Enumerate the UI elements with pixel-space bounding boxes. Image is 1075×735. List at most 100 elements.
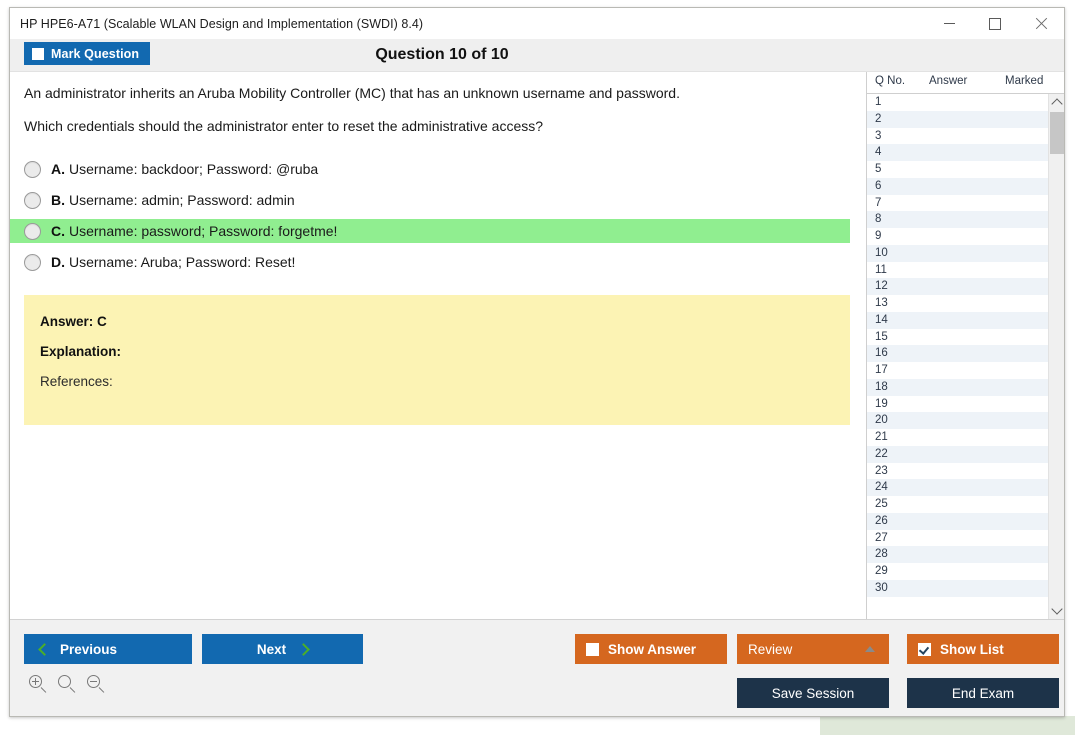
show-answer-checkbox-icon[interactable] — [586, 642, 599, 656]
question-list-pane: Q No. Answer Marked 1 2 3 4 5 6 7 8 9 10 11 12 13 14 1… — [866, 72, 1064, 619]
option-row-a[interactable]: A. Username: backdoor; Password: @ruba — [10, 157, 850, 181]
next-button[interactable]: Next — [202, 634, 363, 664]
answer-options-list: A. Username: backdoor; Password: @ruba B… — [10, 157, 850, 274]
option-letter-d: D. — [51, 254, 65, 270]
end-exam-button[interactable]: End Exam — [907, 678, 1059, 708]
previous-button[interactable]: Previous — [24, 634, 192, 664]
review-label: Review — [748, 641, 793, 657]
question-list-row[interactable]: 17 — [867, 362, 1048, 379]
question-counter: Question 10 of 10 — [375, 46, 509, 63]
question-list-row[interactable]: 21 — [867, 429, 1048, 446]
question-list-row[interactable]: 27 — [867, 529, 1048, 547]
question-list-row[interactable]: 30 — [867, 579, 1048, 597]
question-list-row[interactable]: 7 — [867, 194, 1048, 212]
radio-button-d[interactable] — [24, 253, 41, 271]
option-text-a: Username: backdoor; Password: @ruba — [69, 161, 319, 177]
zoom-controls — [28, 674, 108, 696]
question-list-row[interactable]: 18 — [867, 378, 1048, 396]
zoom-in-icon[interactable] — [28, 674, 50, 696]
scroll-down-icon[interactable] — [1049, 602, 1064, 619]
question-list-row[interactable]: 6 — [867, 177, 1048, 195]
option-letter-a: A. — [51, 161, 65, 177]
option-row-b[interactable]: B. Username: admin; Password: admin — [10, 188, 850, 212]
question-list-row[interactable]: 9 — [867, 228, 1048, 245]
zoom-reset-icon[interactable] — [57, 674, 79, 696]
mark-question-checkbox-icon[interactable] — [32, 47, 44, 60]
desktop-backdrop: HP HPE6-A71 (Scalable WLAN Design and Im… — [0, 0, 1075, 735]
question-list-row[interactable]: 20 — [867, 412, 1048, 429]
column-header-marked: Marked — [1005, 75, 1044, 87]
window-titlebar: HP HPE6-A71 (Scalable WLAN Design and Im… — [10, 8, 1064, 39]
minimize-icon[interactable] — [926, 8, 972, 39]
option-letter-b: B. — [51, 192, 65, 208]
mark-question-button[interactable]: Mark Question — [24, 42, 151, 65]
question-list-row[interactable]: 13 — [867, 295, 1048, 312]
question-list-header: Q No. Answer Marked — [867, 72, 1064, 94]
option-text-c: Username: password; Password: forgetme! — [69, 223, 338, 239]
next-label: Next — [256, 641, 287, 657]
question-list-row[interactable]: 3 — [867, 127, 1048, 145]
mark-question-label: Mark Question — [51, 46, 140, 61]
show-list-button[interactable]: Show List — [907, 634, 1059, 664]
save-session-button[interactable]: Save Session — [737, 678, 889, 708]
answer-explanation-box: Answer: C Explanation: References: — [24, 295, 850, 425]
show-list-checkbox-icon[interactable] — [918, 642, 931, 656]
review-dropdown[interactable]: Review — [737, 634, 889, 664]
exam-application-window: HP HPE6-A71 (Scalable WLAN Design and Im… — [9, 7, 1065, 717]
question-list-row[interactable]: 24 — [867, 479, 1048, 496]
radio-button-a[interactable] — [24, 160, 41, 178]
window-title: HP HPE6-A71 (Scalable WLAN Design and Im… — [20, 16, 424, 31]
question-list-row[interactable]: 15 — [867, 328, 1048, 346]
question-list-row[interactable]: 5 — [867, 161, 1048, 178]
radio-button-b[interactable] — [24, 191, 41, 209]
question-list-row[interactable]: 29 — [867, 563, 1048, 580]
previous-label: Previous — [60, 641, 118, 657]
question-list-row[interactable]: 23 — [867, 462, 1048, 480]
question-list-row[interactable]: 28 — [867, 546, 1048, 563]
radio-button-c[interactable] — [24, 222, 41, 240]
option-letter-c: C. — [51, 223, 65, 239]
backdrop-tint — [820, 716, 1075, 735]
explanation-label: Explanation: — [40, 344, 122, 359]
question-list-row[interactable]: 12 — [867, 278, 1048, 295]
option-row-c[interactable]: C. Username: password; Password: forgetm… — [10, 219, 850, 243]
end-exam-label: End Exam — [951, 685, 1015, 701]
question-list-row[interactable]: 26 — [867, 512, 1048, 530]
answer-label: Answer: C — [40, 314, 107, 329]
question-list-row[interactable]: 10 — [867, 244, 1048, 262]
zoom-out-icon[interactable] — [86, 674, 108, 696]
question-list-row[interactable]: 11 — [867, 261, 1048, 279]
question-list-row[interactable]: 25 — [867, 496, 1048, 513]
question-list-row[interactable]: 8 — [867, 211, 1048, 228]
question-list-row[interactable]: 16 — [867, 345, 1048, 362]
maximize-icon[interactable] — [972, 8, 1018, 39]
scrollbar-thumb[interactable] — [1050, 112, 1064, 154]
close-icon[interactable] — [1018, 8, 1064, 39]
question-list-scrollbar[interactable] — [1048, 94, 1064, 619]
question-list-row[interactable]: 1 — [867, 94, 1048, 111]
question-list-row[interactable]: 22 — [867, 445, 1048, 463]
question-list-scroll-area[interactable]: 1 2 3 4 5 6 7 8 9 10 11 12 13 14 15 16 17 18 19 20 21 22 23 24 2… — [867, 94, 1064, 619]
chevron-up-icon — [865, 646, 875, 652]
question-list-row[interactable]: 19 — [867, 395, 1048, 413]
column-header-q-no: Q No. — [875, 75, 906, 87]
show-answer-button[interactable]: Show Answer — [575, 634, 727, 664]
save-session-label: Save Session — [771, 685, 855, 701]
scroll-up-icon[interactable] — [1049, 94, 1064, 111]
option-text-b: Username: admin; Password: admin — [69, 192, 295, 208]
question-list-rows: 1 2 3 4 5 6 7 8 9 10 11 12 13 14 15 16 17 18 19 20 21 22 23 24 2… — [867, 94, 1048, 597]
question-stem-line-1: An administrator inherits an Aruba Mobil… — [24, 85, 680, 101]
option-text-d: Username: Aruba; Password: Reset! — [69, 254, 296, 270]
question-list-row[interactable]: 2 — [867, 110, 1048, 128]
question-list-row[interactable]: 4 — [867, 144, 1048, 161]
chevron-right-icon — [297, 642, 310, 656]
show-list-label: Show List — [940, 641, 1004, 657]
exam-footer-toolbar: Previous Next Show Answer Review Show Li… — [10, 619, 1064, 716]
chevron-left-icon — [38, 642, 51, 656]
question-pane: An administrator inherits an Aruba Mobil… — [10, 72, 850, 619]
option-row-d[interactable]: D. Username: Aruba; Password: Reset! — [10, 250, 850, 274]
column-header-answer: Answer — [929, 75, 968, 87]
question-list-row[interactable]: 14 — [867, 311, 1048, 329]
exam-body: An administrator inherits an Aruba Mobil… — [10, 72, 1064, 619]
show-answer-label: Show Answer — [608, 641, 697, 657]
